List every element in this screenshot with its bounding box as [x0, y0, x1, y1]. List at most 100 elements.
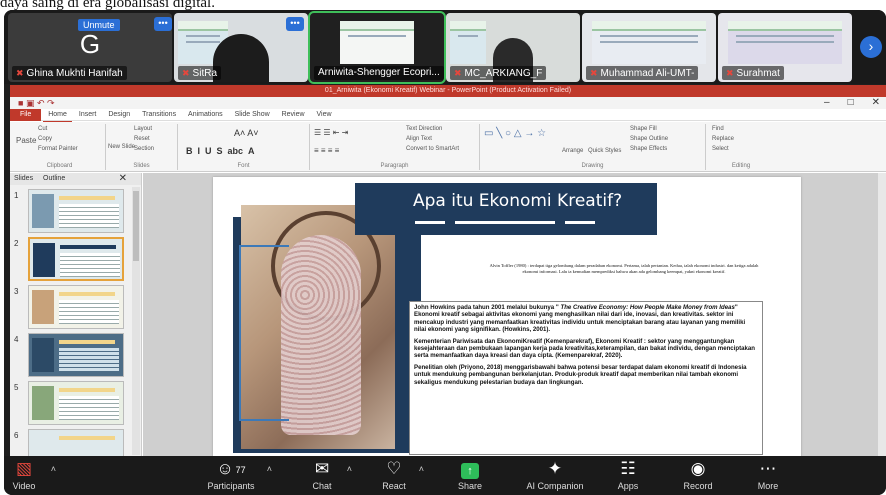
convert-smartart-button[interactable]: Convert to SmartArt	[406, 146, 459, 152]
video-off-icon: ▧	[15, 459, 33, 478]
font-format-buttons[interactable]: B I U S abc A	[186, 146, 255, 156]
participant-tile[interactable]: ✖ Muhammad Ali-UMT-	[582, 13, 716, 82]
participant-tile[interactable]: Unmute ••• G ✖ Ghina Mukhti Hanifah	[8, 13, 172, 82]
layout-button[interactable]: Layout	[134, 126, 152, 132]
react-heart-icon: ♡	[386, 459, 402, 478]
video-button[interactable]: ▧ Video ˄	[6, 458, 56, 494]
list-buttons[interactable]: ☰ ☰ ⇤ ⇥	[314, 128, 348, 137]
chat-button[interactable]: ✉ Chat ˄	[294, 458, 352, 494]
paragraph-group: ☰ ☰ ⇤ ⇥ ≡ ≡ ≡ ≡ Text Direction Align Tex…	[310, 124, 480, 170]
participant-name: ✖ MC_ARKIANG_F	[450, 66, 547, 80]
quick-styles-button[interactable]: Quick Styles	[588, 148, 621, 154]
apps-button[interactable]: ☷ Apps	[600, 458, 656, 494]
mic-muted-icon: ✖	[16, 68, 24, 78]
participants-button[interactable]: ☺ 77 Participants ˄	[196, 458, 272, 494]
participant-tile[interactable]: ✖ MC_ARKIANG_F	[446, 13, 580, 82]
toffler-quote[interactable]: Alvin Toffler (1980) : terdapat tiga gel…	[489, 263, 759, 274]
more-icon: ⋯	[759, 459, 777, 478]
paste-button[interactable]: Paste	[16, 136, 36, 145]
tab-home[interactable]: Home	[43, 109, 72, 123]
participant-name: ✖ Ghina Mukhti Hanifah	[12, 66, 127, 80]
chevron-up-icon[interactable]: ˄	[51, 464, 56, 474]
share-button[interactable]: ↑ Share	[442, 458, 498, 494]
slide-title[interactable]: Apa itu Ekonomi Kreatif?	[413, 191, 622, 211]
tab-view[interactable]: View	[312, 109, 337, 121]
arrange-button[interactable]: Arrange	[562, 148, 583, 154]
slide-preview	[340, 21, 414, 64]
slide-scrollbar[interactable]	[878, 173, 886, 457]
replace-button[interactable]: Replace	[712, 136, 734, 142]
more-button[interactable]: ⋯ More	[740, 458, 796, 494]
more-options-icon[interactable]: •••	[286, 17, 304, 31]
section-button[interactable]: Section	[134, 146, 154, 152]
slide-thumbnail-selected[interactable]: 2	[14, 237, 132, 281]
shape-effects-button[interactable]: Shape Effects	[630, 146, 667, 152]
participant-tile[interactable]: ••• ✖ SitRa	[174, 13, 308, 82]
chevron-right-icon[interactable]: ›	[860, 36, 882, 58]
slide-thumbnail[interactable]: 1	[14, 189, 132, 233]
format-painter-button[interactable]: Format Painter	[38, 146, 78, 152]
maximize-icon[interactable]: □	[848, 97, 854, 108]
quick-access-toolbar: ■ ▣ ↶ ↷	[10, 97, 886, 109]
drawing-group: ▭ ╲ ○ △ → ☆ Arrange Quick Styles Shape F…	[480, 124, 706, 170]
minimize-icon[interactable]: –	[824, 97, 830, 108]
align-text-button[interactable]: Align Text	[406, 136, 432, 142]
shape-outline-button[interactable]: Shape Outline	[630, 136, 668, 142]
slides-panel: Slides Outline ✕ 1 2 3 4 5 6	[10, 173, 142, 457]
participant-tile[interactable]: ✖ Surahmat	[718, 13, 852, 82]
save-icon[interactable]: ▣	[26, 98, 35, 108]
tab-slides[interactable]: Slides	[14, 175, 33, 182]
participant-name: ✖ SitRa	[178, 66, 221, 80]
close-icon[interactable]: ✕	[119, 173, 127, 185]
text-direction-button[interactable]: Text Direction	[406, 126, 442, 132]
tab-transitions[interactable]: Transitions	[137, 109, 181, 121]
chevron-up-icon[interactable]: ˄	[419, 464, 424, 474]
close-icon[interactable]: ✕	[872, 97, 880, 108]
slide-thumbnail[interactable]: 5	[14, 381, 132, 425]
ai-companion-button[interactable]: ✦ AI Companion	[512, 458, 598, 494]
slide-thumbnail[interactable]: 3	[14, 285, 132, 329]
react-button[interactable]: ♡ React ˄	[366, 458, 424, 494]
sparkle-icon: ✦	[547, 459, 563, 478]
slide-thumbnail[interactable]: 6	[14, 429, 132, 457]
shape-fill-button[interactable]: Shape Fill	[630, 126, 657, 132]
copy-button[interactable]: Copy	[38, 136, 52, 142]
howkins-paragraph: John Howkins pada tahun 2001 melalui buk…	[414, 304, 746, 334]
tab-review[interactable]: Review	[277, 109, 310, 121]
tab-file[interactable]: File	[10, 109, 42, 121]
font-size-buttons[interactable]: A˄ A˅	[234, 128, 259, 138]
ribbon-tabs: File Home Insert Design Transitions Anim…	[10, 109, 886, 123]
mic-muted-icon: ✖	[726, 68, 734, 78]
chevron-up-icon[interactable]: ˄	[347, 464, 352, 474]
avatar: G	[79, 29, 101, 59]
new-slide-button[interactable]: New Slide	[108, 144, 135, 150]
cut-button[interactable]: Cut	[38, 126, 47, 132]
redo-icon[interactable]: ↷	[47, 98, 55, 108]
priyono-paragraph: Penelitian oleh (Priyono, 2018) menggari…	[414, 363, 747, 386]
record-button[interactable]: ◉ Record	[670, 458, 726, 494]
align-buttons[interactable]: ≡ ≡ ≡ ≡	[314, 146, 339, 155]
shapes-gallery[interactable]: ▭ ╲ ○ △ → ☆	[484, 128, 546, 139]
screen: daya saing di era globalisasi digital. U…	[0, 0, 886, 495]
tab-slide-show[interactable]: Slide Show	[230, 109, 275, 121]
find-button[interactable]: Find	[712, 126, 724, 132]
tab-animations[interactable]: Animations	[183, 109, 228, 121]
select-button[interactable]: Select	[712, 146, 729, 152]
decorative-frame	[239, 245, 289, 421]
undo-icon[interactable]: ↶	[37, 98, 45, 108]
mic-muted-icon: ✖	[454, 68, 462, 78]
slide-canvas[interactable]: Apa itu Ekonomi Kreatif? Alvin Toffler (…	[213, 177, 801, 457]
chevron-up-icon[interactable]: ˄	[267, 464, 272, 474]
tab-design[interactable]: Design	[103, 109, 135, 121]
participant-tile-active[interactable]: Arniwita-Shengger Ecopri...	[308, 11, 446, 84]
definitions-textbox[interactable]: John Howkins pada tahun 2001 melalui buk…	[409, 301, 763, 455]
slide-thumbnail[interactable]: 4	[14, 333, 132, 377]
more-options-icon[interactable]: •••	[154, 17, 172, 31]
editing-group: Find Replace Select Editing	[706, 124, 776, 170]
slide-title-banner: Apa itu Ekonomi Kreatif?	[355, 183, 657, 235]
tab-insert[interactable]: Insert	[74, 109, 102, 121]
reset-button[interactable]: Reset	[134, 136, 150, 142]
panel-scrollbar[interactable]	[132, 187, 140, 455]
window-title: 01_Arniwita (Ekonomi Kreatif) Webinar - …	[324, 87, 572, 94]
tab-outline[interactable]: Outline	[43, 175, 65, 182]
